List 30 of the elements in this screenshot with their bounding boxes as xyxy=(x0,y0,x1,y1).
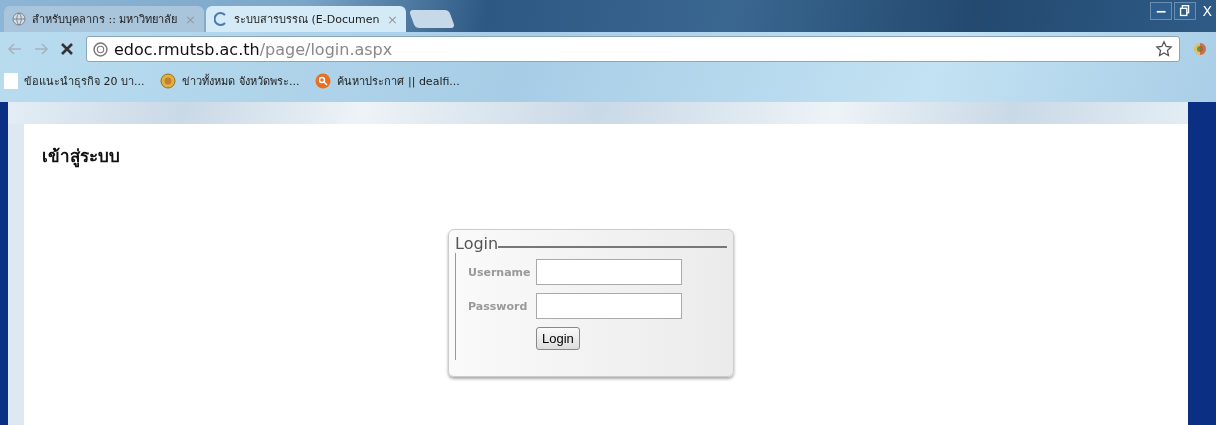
bookmark-item[interactable]: ข้อแนะนำธุรกิจ 20 บา... xyxy=(4,72,145,90)
login-legend: Login xyxy=(455,234,499,253)
new-tab-button[interactable] xyxy=(408,10,456,28)
input-field[interactable] xyxy=(536,293,682,319)
page-icon xyxy=(4,73,18,89)
tab-title: สำหรับบุคลากร :: มหาวิทยาลัย xyxy=(32,12,179,28)
bookmark-item[interactable]: ข่าวทั้งหมด จังหวัดพระ... xyxy=(160,72,300,90)
browser-tab[interactable]: สำหรับบุคลากร :: มหาวิทยาลัย × xyxy=(4,6,204,32)
star-icon[interactable] xyxy=(1155,40,1173,58)
url-text: edoc.rmutsb.ac.th/page/login.aspx xyxy=(114,39,393,59)
back-icon[interactable] xyxy=(8,43,22,55)
close-window-button[interactable]: X xyxy=(1198,3,1216,19)
bookmark-item[interactable]: ค้นหาประกาศ || dealfi... xyxy=(315,72,460,90)
field-label: Username xyxy=(468,265,532,279)
emblem-icon xyxy=(160,73,177,89)
stop-icon[interactable] xyxy=(60,42,74,56)
restore-button[interactable] xyxy=(1174,2,1197,20)
globe-icon xyxy=(93,41,108,57)
address-bar[interactable]: edoc.rmutsb.ac.th/page/login.aspx xyxy=(86,36,1180,62)
extension-icon[interactable] xyxy=(1192,41,1208,57)
input-field[interactable] xyxy=(536,259,682,285)
loading-spinner-icon xyxy=(214,12,228,26)
globe-icon xyxy=(12,12,26,26)
minimize-button[interactable]: − xyxy=(1150,2,1173,20)
field-label: Password xyxy=(468,299,529,313)
login-button[interactable]: Login xyxy=(536,327,580,350)
page-heading: เข้าสู่ระบบ xyxy=(42,145,121,169)
search-icon xyxy=(315,73,332,89)
browser-tab[interactable]: ระบบสารบรรณ (E-Documen × xyxy=(206,6,406,32)
tab-title: ระบบสารบรรณ (E-Documen xyxy=(234,12,381,28)
